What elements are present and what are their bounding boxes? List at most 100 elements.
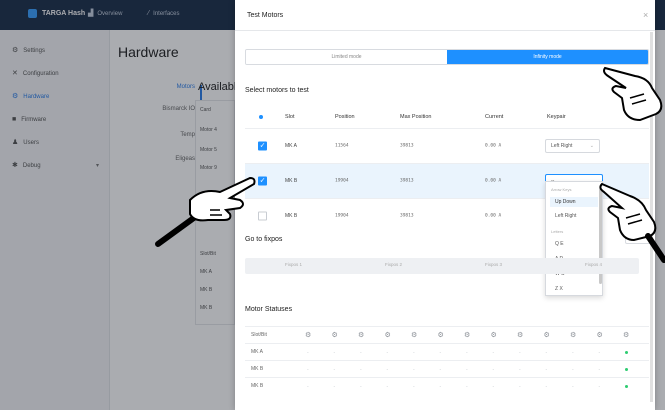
status-dash: - (333, 384, 336, 390)
fixpos-field[interactable]: Fixpos 2 (385, 262, 402, 267)
gear-icon: ⚙ (596, 332, 603, 339)
mode-toggle: Limited mode Infinity mode (245, 49, 649, 65)
gear-icon: ⚙ (490, 332, 497, 339)
status-dash: - (572, 384, 574, 390)
status-row: MK B - - - - - - - - - - - - (245, 360, 649, 377)
status-ok-dot (625, 351, 628, 354)
position-cell: 11564 (335, 143, 349, 149)
status-dash: - (386, 384, 389, 390)
status-dash: - (386, 367, 389, 373)
limited-mode-button[interactable]: Limited mode (246, 50, 447, 64)
position-cell: 19904 (335, 178, 349, 184)
status-ok-dot (625, 385, 628, 388)
status-dash: - (545, 384, 548, 390)
status-dash: - (572, 367, 574, 373)
header-slot: Slot (285, 114, 295, 120)
divider (235, 30, 655, 31)
motor-statuses-title: Motor Statuses (245, 306, 293, 313)
status-dash: - (307, 367, 309, 373)
status-dash: - (333, 350, 336, 356)
keypair-value: Left Right (551, 143, 573, 149)
dropdown-option[interactable]: Up Down (550, 197, 598, 207)
chevron-down-icon: ⌄ (589, 143, 594, 149)
status-dash: - (519, 384, 521, 390)
status-dash: - (598, 350, 601, 356)
status-dash: - (333, 367, 336, 373)
status-row-label: MK B (251, 383, 264, 389)
status-dash: - (307, 350, 309, 356)
pointing-hand-icon (599, 182, 665, 263)
status-row: MK A - - - - - - - - - - - - (245, 343, 649, 360)
status-dash: - (492, 367, 495, 373)
header-position: Position (335, 114, 355, 120)
row-checkbox[interactable]: ✓ (258, 141, 267, 151)
dropdown-group-label: Letters (551, 229, 564, 234)
dropdown-group-label: Arrow Keys (551, 187, 572, 192)
status-dash: - (413, 367, 415, 373)
keypair-dropdown: Arrow Keys Up Down Left Right Letters Q … (545, 181, 603, 296)
status-dash: - (466, 384, 468, 390)
keypair-select[interactable]: Left Right ⌄ (545, 139, 600, 153)
select-motors-title: Select motors to test (245, 87, 309, 94)
gear-icon: ⚙ (384, 332, 391, 339)
status-dash: - (360, 367, 362, 373)
status-ok-dot (625, 368, 628, 371)
max-position-cell: 39813 (400, 213, 414, 219)
status-dash: - (492, 384, 495, 390)
gear-icon: ⚙ (464, 332, 471, 339)
position-cell: 19904 (335, 213, 349, 219)
status-dash: - (413, 350, 415, 356)
slot-cell: MK A (285, 143, 297, 149)
status-dash: - (466, 367, 468, 373)
dropdown-option[interactable]: Z X (555, 286, 563, 292)
slot-cell: MK B (285, 178, 298, 184)
current-cell: 0.00 A (485, 143, 502, 149)
current-cell: 0.00 A (485, 213, 502, 219)
dropdown-option[interactable]: Q E (555, 241, 564, 247)
status-dash: - (386, 350, 389, 356)
status-dash: - (598, 367, 601, 373)
select-all-dot[interactable] (259, 115, 263, 119)
goto-fields: Fixpos 1 Fixpos 2 Fixpos 3 Fixpos 4 (245, 258, 639, 274)
gear-icon: ⚙ (358, 332, 365, 339)
status-dash: - (439, 384, 442, 390)
status-dash: - (439, 367, 442, 373)
status-dash: - (466, 350, 468, 356)
gear-icon: ⚙ (411, 332, 418, 339)
status-dash: - (360, 384, 362, 390)
gear-icon: ⚙ (331, 332, 338, 339)
status-dash: - (492, 350, 495, 356)
status-dash: - (572, 350, 574, 356)
dropdown-option[interactable]: Left Right (555, 213, 576, 219)
max-position-cell: 39813 (400, 178, 414, 184)
status-dash: - (413, 384, 415, 390)
status-dash: - (519, 350, 521, 356)
slot-cell: MK B (285, 213, 298, 219)
close-icon[interactable]: × (643, 10, 648, 20)
test-motors-modal: Test Motors × Limited mode Infinity mode… (235, 0, 655, 410)
current-cell: 0.00 A (485, 178, 502, 184)
status-dash: - (598, 384, 601, 390)
table-row[interactable]: ✓ MK A 11564 39813 0.00 A Left Right ⌄ (245, 128, 649, 163)
status-header-row: Slot/Bit ⚙ ⚙ ⚙ ⚙ ⚙ ⚙ ⚙ ⚙ ⚙ ⚙ ⚙ ⚙ ⚙ (245, 326, 649, 343)
gear-icon: ⚙ (623, 332, 630, 339)
header-current: Current (485, 114, 504, 120)
gear-icon: ⚙ (437, 332, 444, 339)
fixpos-field[interactable]: Fixpos 1 (285, 262, 302, 267)
status-header-label: Slot/Bit (251, 332, 267, 338)
table-header: Slot Position Max Position Current Keypa… (245, 106, 649, 128)
status-dash: - (307, 384, 309, 390)
gear-icon: ⚙ (570, 332, 577, 339)
status-dash: - (519, 367, 521, 373)
gear-icon: ⚙ (517, 332, 524, 339)
fixpos-field[interactable]: Fixpos 3 (485, 262, 502, 267)
status-dash: - (360, 350, 362, 356)
status-row: MK B - - - - - - - - - - - - (245, 377, 649, 394)
gear-icon: ⚙ (543, 332, 550, 339)
pointing-hand-icon (155, 176, 256, 247)
header-max-position: Max Position (400, 114, 432, 120)
modal-title: Test Motors (247, 12, 284, 19)
status-dash: - (439, 350, 442, 356)
status-dash: - (545, 350, 548, 356)
status-dash: - (545, 367, 548, 373)
